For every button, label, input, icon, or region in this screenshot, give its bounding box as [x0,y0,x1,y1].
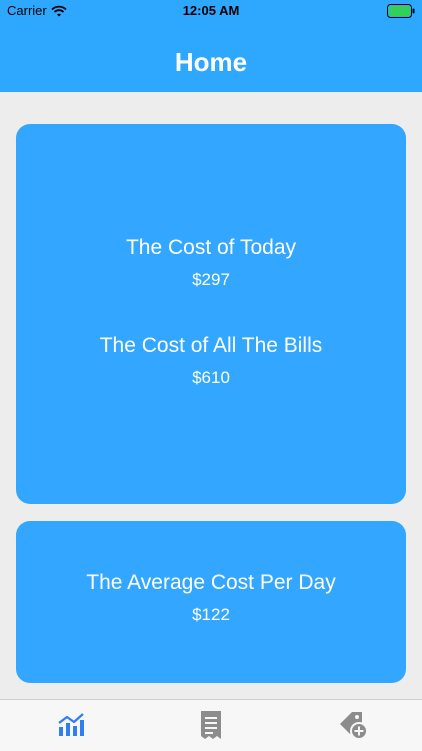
add-tag-icon [340,712,368,740]
tab-bills[interactable] [171,700,251,750]
status-bar: Carrier 12:05 AM [0,0,422,22]
tab-add[interactable] [313,700,393,750]
average-cost-card: The Average Cost Per Day $122 [16,521,406,683]
cost-summary-card: The Cost of Today $297 The Cost of All T… [16,124,406,504]
bills-cost-label: The Cost of All The Bills [99,334,323,357]
top-header: Carrier 12:05 AM Home [0,0,422,92]
today-cost-label: The Cost of Today [125,236,297,259]
tab-home[interactable] [31,700,111,750]
page-title: Home [174,47,248,77]
tab-bar [0,699,422,751]
average-cost-value: $122 [192,605,230,624]
average-cost-label: The Average Cost Per Day [86,571,336,594]
battery-icon [387,4,415,18]
today-cost-value: $297 [192,270,230,289]
status-time: 12:05 AM [182,3,240,18]
bills-cost-value: $610 [192,368,230,387]
chart-icon [58,713,84,736]
list-document-icon [201,711,221,739]
